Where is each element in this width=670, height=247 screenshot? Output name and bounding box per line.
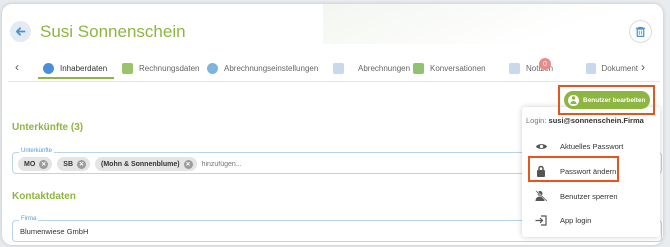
gear-icon [207,62,218,74]
tab-label: Inhaberdaten [60,63,108,73]
tabs-prev-chevron-icon[interactable]: ‹ [15,60,19,74]
menu-item-label: Benutzer sperren [560,191,618,201]
user-block-icon [534,189,548,203]
page-title: Susi Sonnenschein [40,22,186,41]
menu-item-app-login[interactable]: App login [522,210,660,230]
tab-abrechnungen[interactable]: Abrechnungen [333,60,410,76]
menu-item-block-user[interactable]: Benutzer sperren [522,186,660,206]
tab-dokumente[interactable]: Dokument [586,60,638,76]
remove-chip-icon[interactable]: ✕ [183,159,193,169]
notes-count-badge: 0 [539,58,551,70]
tab-label: Rechnungsdaten [139,63,200,73]
chip-sb: SB ✕ [57,157,91,171]
accommodations-title: Unterkünfte (3) [12,122,84,133]
contact-title: Kontaktdaten [12,191,76,202]
tab-label: Konversationen [430,63,486,73]
tab-bar: ‹ Inhaberdaten Rechnungsdaten Abrechnung… [8,54,660,82]
tab-abrechnungseinstellungen[interactable]: Abrechnungseinstellungen [207,60,318,76]
trash-icon [635,26,646,37]
chip-label: (Mohn & Sonnenblume) [101,160,180,168]
login-icon [534,213,548,227]
tab-inhaberdaten[interactable]: Inhaberdaten [43,60,107,76]
header-background [323,4,663,44]
add-accommodation-input[interactable] [201,160,322,168]
tabs-next-chevron-icon[interactable]: › [641,60,645,74]
document-icon [586,62,596,74]
remove-chip-icon[interactable]: ✕ [77,159,87,169]
chip-mo: MO ✕ [18,157,53,171]
chip-list: MO ✕ SB ✕ (Mohn & Sonnenblume) ✕ [18,157,322,171]
field-label: Firma [19,216,39,222]
company-value: Blumenwiese GmbH [20,227,89,236]
tab-label: Abrechnungseinstellungen [224,63,319,73]
highlight-change-password [528,156,619,182]
chip-label: MO [24,160,36,168]
tab-label: Abrechnungen [358,63,411,73]
field-label: Unterkünfte [19,148,55,154]
eye-icon [534,139,548,153]
tab-konversationen[interactable]: Konversationen [413,60,486,76]
delete-button[interactable] [629,20,652,43]
note-icon [509,62,520,74]
document-icon [333,62,344,74]
customer-detail-window: Susi Sonnenschein ‹ Inhaberdaten Rechnun… [2,4,663,245]
highlight-edit-user [558,85,655,115]
tab-rechnungsdaten[interactable]: Rechnungsdaten [122,60,200,76]
active-tab-indicator [38,77,114,79]
login-info: Login: susi@sonnenschein.Firma [526,116,644,125]
back-button[interactable] [10,21,31,42]
arrow-left-icon [15,27,26,36]
info-icon [43,62,54,74]
login-label: Login: [526,116,547,125]
chip-mohn-sonnenblume: (Mohn & Sonnenblume) ✕ [95,157,197,171]
chip-label: SB [63,160,74,168]
chat-icon [413,62,424,74]
remove-chip-icon[interactable]: ✕ [39,159,49,169]
menu-item-label: Aktuelles Passwort [560,141,624,151]
tab-label: Dokument [601,63,638,73]
login-value: susi@sonnenschein.Firma [548,116,644,125]
invoice-icon [122,62,133,74]
menu-item-current-password[interactable]: Aktuelles Passwort [522,136,660,156]
menu-item-label: App login [560,215,592,225]
